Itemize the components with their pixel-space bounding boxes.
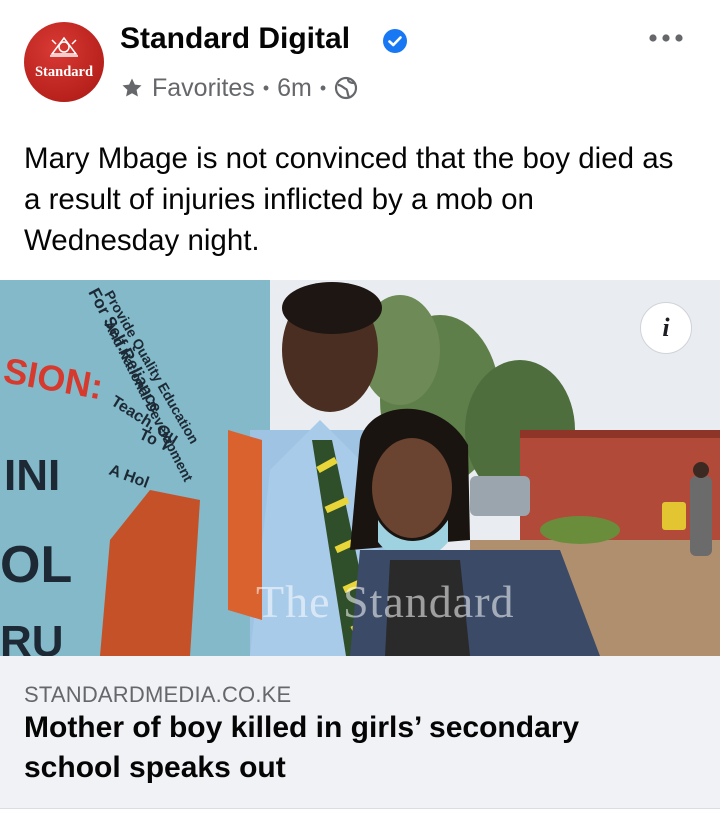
wall-text: RU — [0, 617, 64, 656]
globe-icon — [335, 76, 358, 100]
verified-check-icon — [383, 29, 407, 53]
post-caption: Mary Mbage is not convinced that the boy… — [24, 142, 674, 257]
link-domain: STANDARDMEDIA.CO.KE — [24, 682, 292, 707]
wall-text: A Hol — [107, 462, 152, 492]
meta-separator: • — [262, 77, 270, 98]
audience-label[interactable]: Favorites — [152, 74, 255, 103]
wall-text-layer: Provide Quality Education For Self.Relia… — [0, 285, 202, 656]
facebook-post: Standard Standard Digital Favorites • 6m… — [0, 0, 720, 814]
info-button[interactable]: i — [640, 302, 692, 354]
wall-text: SION: — [1, 350, 107, 408]
post-time[interactable]: 6m — [277, 74, 312, 103]
crest-icon — [50, 36, 78, 57]
link-preview[interactable]: STANDARDMEDIA.CO.KE Mother of boy killed… — [0, 656, 720, 808]
info-icon: i — [662, 313, 670, 342]
link-title[interactable]: Mother of boy killed in girls’ secondary… — [24, 708, 684, 788]
wall-text: INI — [4, 451, 60, 500]
meta-separator: • — [319, 77, 327, 98]
page-avatar[interactable]: Standard — [24, 22, 104, 102]
star-icon — [122, 78, 142, 97]
more-options-icon[interactable] — [646, 28, 686, 48]
logo-text: Standard — [34, 64, 94, 80]
page-name[interactable]: Standard Digital — [120, 22, 350, 56]
wall-text: OL — [0, 536, 72, 594]
post-header: Standard Standard Digital Favorites • 6m… — [0, 0, 720, 130]
divider — [0, 808, 720, 809]
photo-watermark: The Standard — [256, 576, 515, 627]
post-meta: Favorites • 6m • — [120, 72, 358, 104]
